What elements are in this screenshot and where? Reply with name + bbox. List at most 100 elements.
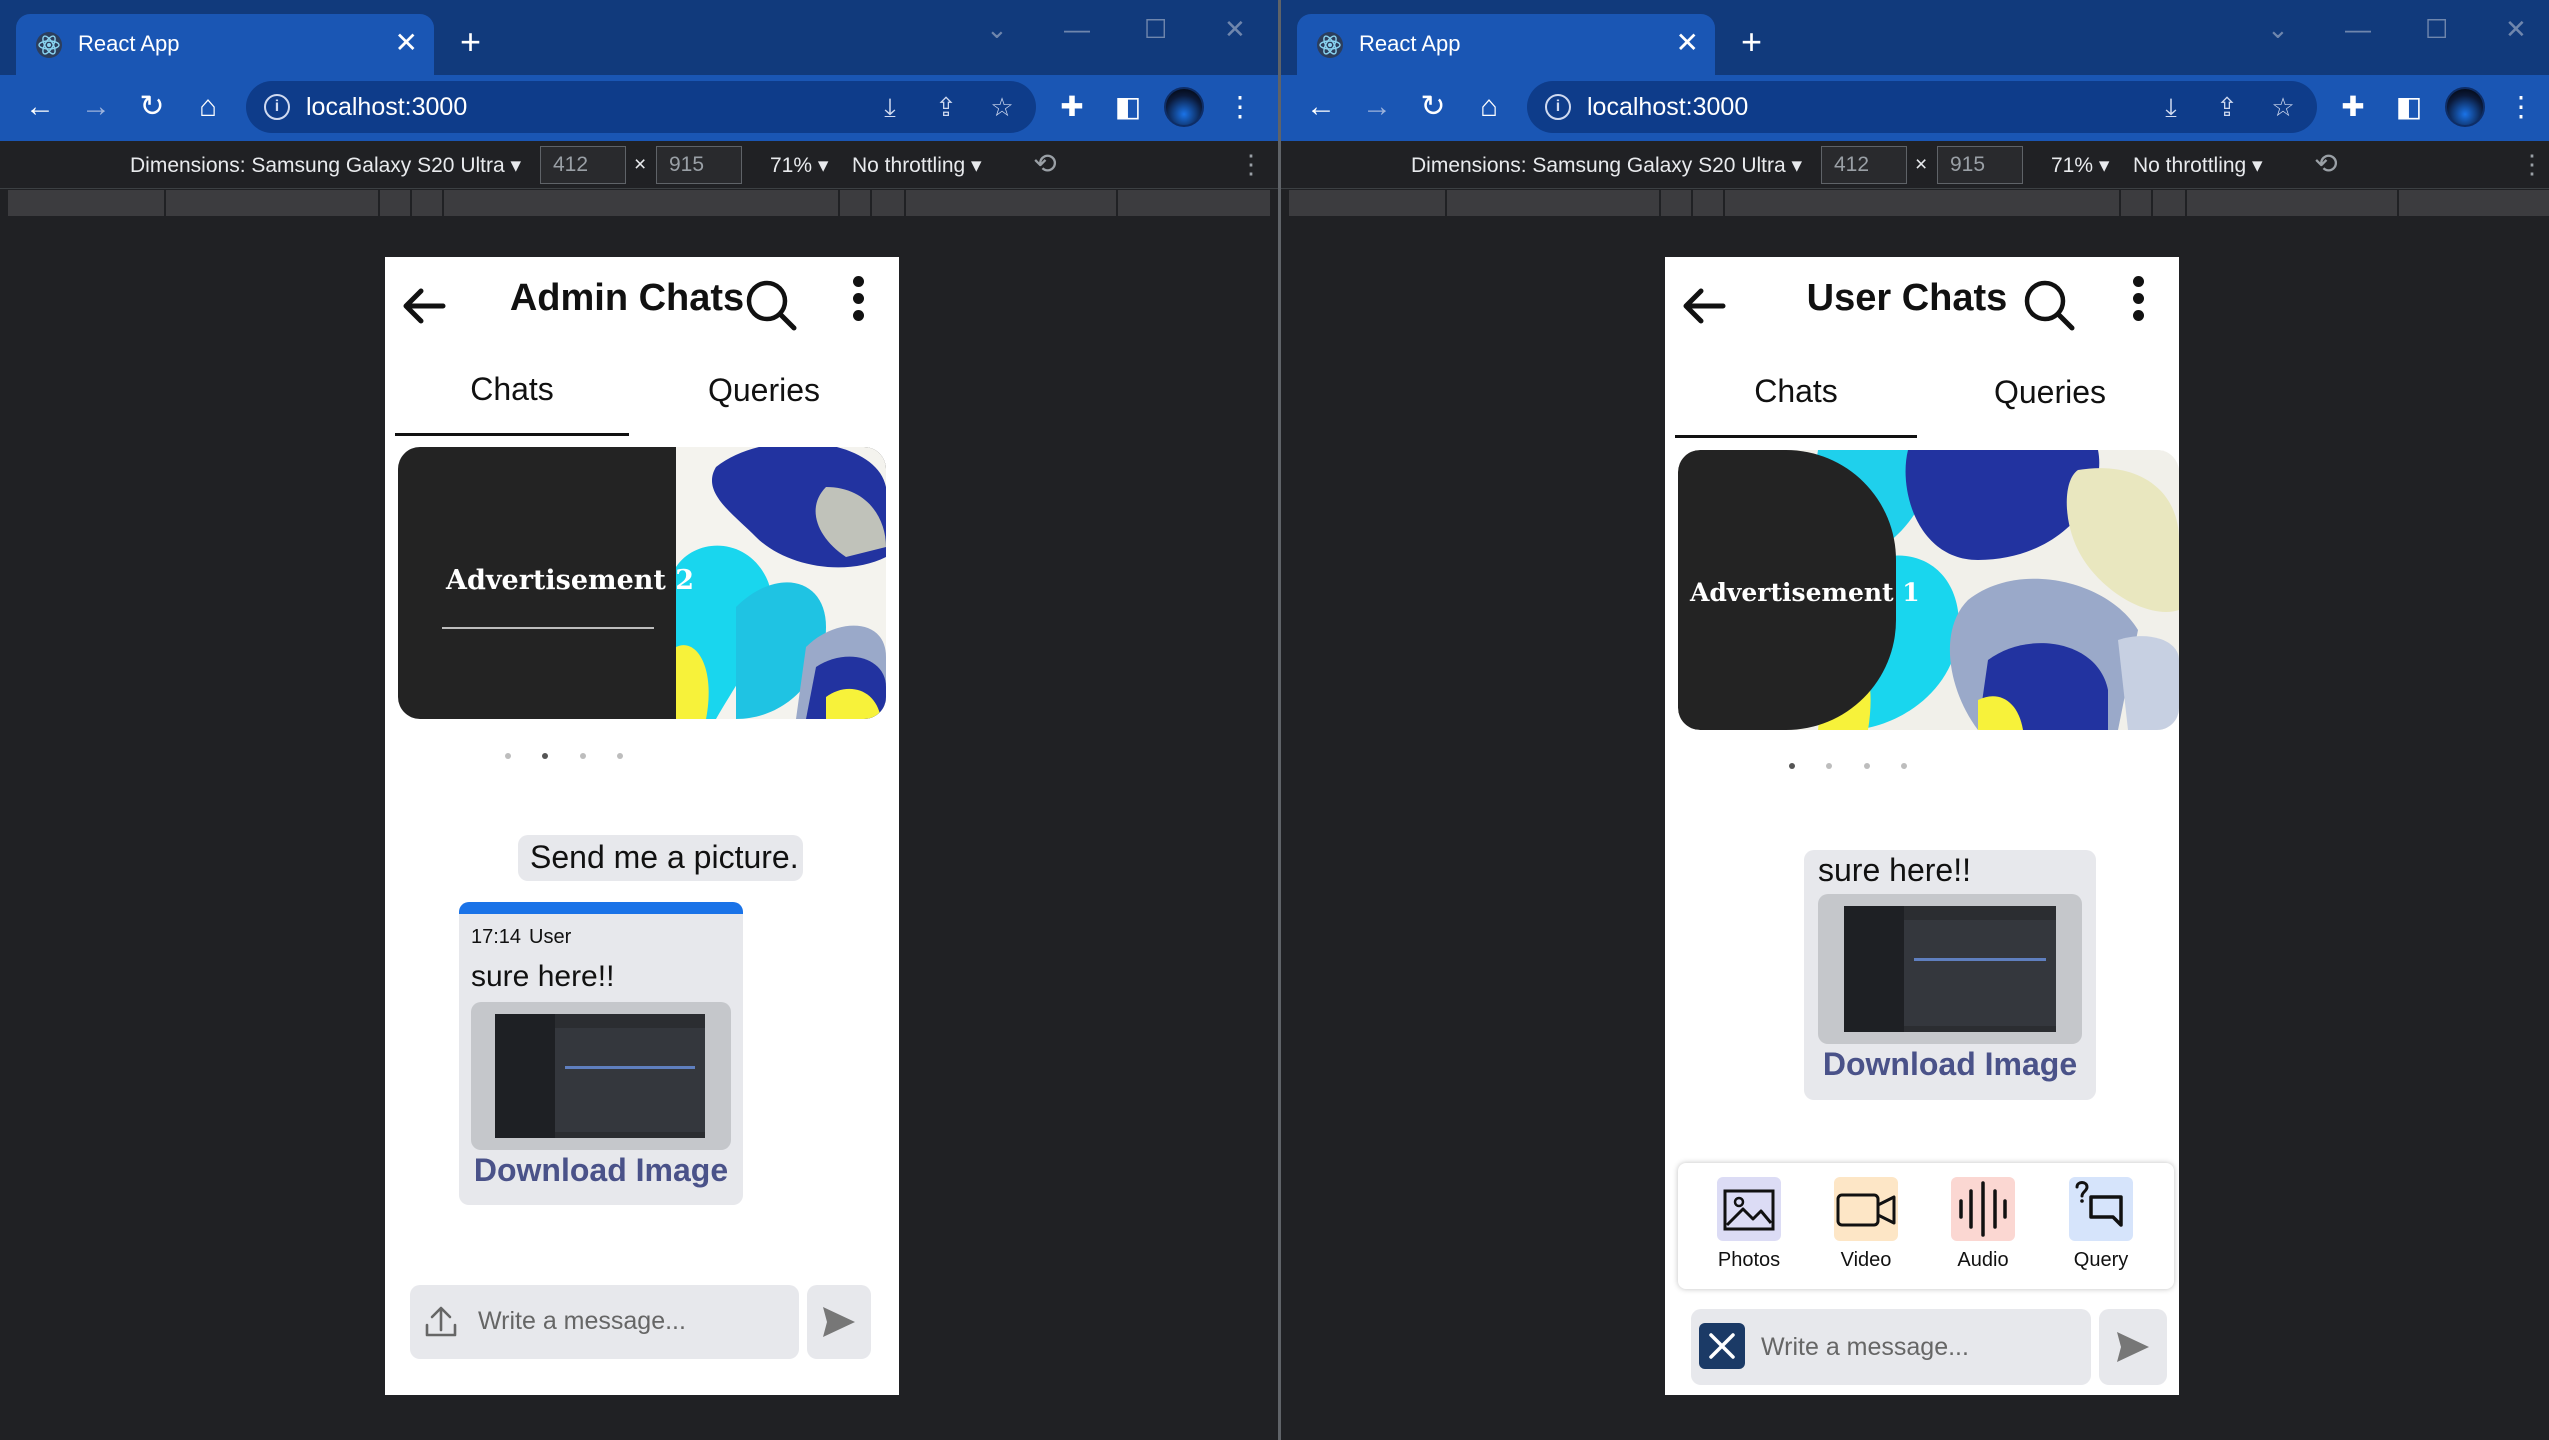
side-panel-icon[interactable]: ◧ [2387,85,2431,129]
bookmark-star-icon[interactable]: ☆ [2265,89,2301,125]
side-panel-icon[interactable]: ◧ [1106,85,1150,129]
send-button[interactable] [2099,1309,2167,1385]
tab-search-icon[interactable]: ⌄ [986,14,1008,45]
image-preview-frame[interactable] [1818,894,2082,1044]
minimize-icon[interactable]: — [1064,14,1090,45]
zoom-select[interactable]: 71% ▾ [770,153,828,178]
site-info-icon[interactable]: i [1545,94,1571,120]
more-options-icon[interactable] [2127,271,2149,331]
advertisement-banner[interactable]: Advertisement 1 [1678,450,2179,730]
maximize-icon[interactable]: ☐ [2425,14,2448,45]
address-bar[interactable]: i localhost:3000 ⤓ ⇪ ☆ [1527,81,2317,133]
install-icon[interactable]: ⤓ [872,89,908,125]
image-preview-frame[interactable] [471,1002,731,1150]
ruler-divider [378,190,380,216]
carousel-dot[interactable] [580,753,586,759]
browser-window-right: React App ✕ + ⌄ — ☐ ✕ ← → ↻ ⌂ i localhos… [1281,0,2549,1440]
device-height-input[interactable]: 915 [656,146,742,184]
attach-video-button[interactable]: Video [1821,1177,1911,1272]
reload-icon[interactable]: ↻ [1411,85,1455,129]
attach-audio-button[interactable]: Audio [1938,1177,2028,1272]
profile-avatar[interactable] [2445,87,2485,127]
carousel-dot[interactable] [1901,763,1907,769]
ad-title: Advertisement 2 [446,565,695,596]
attach-photos-button[interactable]: Photos [1704,1177,1794,1272]
device-dimensions-select[interactable]: Dimensions: Samsung Galaxy S20 Ultra ▾ [1411,153,1802,178]
carousel-dot[interactable] [617,753,623,759]
device-width-input[interactable]: 412 [1821,146,1907,184]
ruler-divider [2397,190,2399,216]
forward-icon[interactable]: → [74,85,118,129]
carousel-dot-active[interactable] [542,753,548,759]
maximize-icon[interactable]: ☐ [1144,14,1167,45]
attach-label: Audio [1957,1249,2009,1271]
close-tab-icon[interactable]: ✕ [395,28,418,58]
ruler-divider [442,190,444,216]
react-logo-icon [1317,32,1343,58]
profile-avatar[interactable] [1164,87,1204,127]
tab-search-icon[interactable]: ⌄ [2267,14,2289,45]
close-window-icon[interactable]: ✕ [2505,14,2527,45]
message-input[interactable]: Write a message... [410,1285,799,1359]
home-icon[interactable]: ⌂ [186,85,230,129]
close-attachments-button[interactable] [1699,1323,1745,1369]
browser-tab[interactable]: React App ✕ [16,14,434,75]
carousel-dot[interactable] [1826,763,1832,769]
upload-icon[interactable] [422,1303,460,1341]
advertisement-banner[interactable]: Advertisement 2 [398,447,886,719]
tab-title: React App [1359,31,1461,56]
reload-icon[interactable]: ↻ [130,85,174,129]
message-input[interactable]: Write a message... [1691,1309,2091,1385]
device-more-icon[interactable]: ⋮ [1238,149,1264,180]
back-icon[interactable]: ← [1299,85,1343,129]
tab-chats[interactable]: Chats [395,357,629,437]
new-tab-button[interactable]: + [460,24,481,60]
site-info-icon[interactable]: i [264,94,290,120]
download-image-link[interactable]: Download Image [1804,1046,2096,1083]
device-width-input[interactable]: 412 [540,146,626,184]
attach-label: Photos [1717,1249,1781,1271]
rotate-icon[interactable]: ⟲ [1028,147,1062,181]
bookmark-star-icon[interactable]: ☆ [984,89,1020,125]
share-icon[interactable]: ⇪ [928,89,964,125]
carousel-dot[interactable] [1864,763,1870,769]
new-tab-button[interactable]: + [1741,24,1762,60]
tab-chats[interactable]: Chats [1675,357,1917,437]
minimize-icon[interactable]: — [2345,14,2371,45]
attach-query-button[interactable]: Query [2056,1177,2146,1272]
zoom-select[interactable]: 71% ▾ [2051,153,2109,178]
extensions-icon[interactable]: ✚ [1050,85,1094,129]
share-icon[interactable]: ⇪ [2209,89,2245,125]
address-bar[interactable]: i localhost:3000 ⤓ ⇪ ☆ [246,81,1036,133]
install-icon[interactable]: ⤓ [2153,89,2189,125]
back-icon[interactable]: ← [18,85,62,129]
message-placeholder: Write a message... [1761,1333,1969,1361]
device-more-icon[interactable]: ⋮ [2519,149,2545,180]
query-icon [2075,1181,2123,1227]
home-icon[interactable]: ⌂ [1467,85,1511,129]
attach-tile [1951,1177,2015,1241]
tab-queries[interactable]: Queries [1927,357,2173,437]
more-options-icon[interactable] [847,271,869,331]
forward-icon[interactable]: → [1355,85,1399,129]
close-tab-icon[interactable]: ✕ [1676,28,1699,58]
device-dimensions-select[interactable]: Dimensions: Samsung Galaxy S20 Ultra ▾ [130,153,521,178]
download-image-link[interactable]: Download Image [459,1152,743,1189]
device-height-input[interactable]: 915 [1937,146,2023,184]
throttling-select[interactable]: No throttling ▾ [2133,153,2263,178]
browser-tab[interactable]: React App ✕ [1297,14,1715,75]
chrome-menu-icon[interactable]: ⋮ [1218,85,1262,129]
tab-queries[interactable]: Queries [639,357,889,437]
search-icon[interactable] [741,275,801,335]
throttling-select[interactable]: No throttling ▾ [852,153,982,178]
attach-label: Query [2073,1249,2129,1271]
carousel-dot-active[interactable] [1789,763,1795,769]
carousel-dot[interactable] [505,753,511,759]
close-window-icon[interactable]: ✕ [1224,14,1246,45]
title-bar: React App ✕ + ⌄ — ☐ ✕ [0,0,1278,75]
send-button[interactable] [807,1285,871,1359]
rotate-icon[interactable]: ⟲ [2309,147,2343,181]
chrome-menu-icon[interactable]: ⋮ [2499,85,2543,129]
search-icon[interactable] [2019,275,2079,335]
extensions-icon[interactable]: ✚ [2331,85,2375,129]
